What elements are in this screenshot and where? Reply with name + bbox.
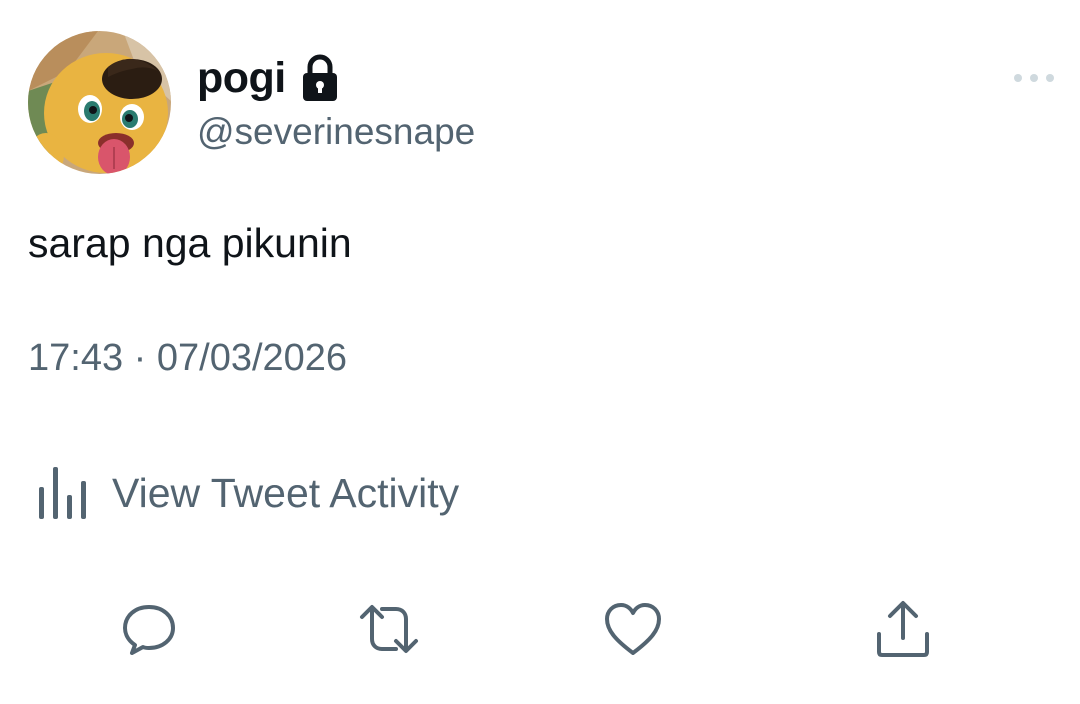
- avatar-image: [28, 31, 171, 174]
- retweet-icon: [360, 605, 418, 653]
- reply-button[interactable]: [116, 596, 182, 662]
- tweet-timestamp[interactable]: 17:43 · 07/03/2026: [28, 335, 347, 381]
- view-tweet-activity-label: View Tweet Activity: [112, 470, 460, 516]
- tweet-text: sarap nga pikunin: [28, 220, 352, 266]
- lock-icon: [300, 53, 340, 103]
- like-button[interactable]: [600, 596, 666, 662]
- author-handle[interactable]: @severinesnape: [197, 110, 475, 154]
- display-name[interactable]: pogi: [197, 56, 286, 100]
- bar-chart-icon: [36, 463, 92, 523]
- share-icon: [877, 601, 929, 657]
- heart-icon: [605, 603, 661, 655]
- more-horizontal-icon[interactable]: [1010, 66, 1058, 90]
- avatar[interactable]: [28, 31, 171, 174]
- reply-icon: [123, 605, 175, 655]
- author-name-row[interactable]: pogi: [197, 52, 340, 104]
- view-tweet-activity-link[interactable]: View Tweet Activity: [36, 462, 459, 524]
- share-button[interactable]: [870, 596, 936, 662]
- retweet-button[interactable]: [356, 596, 422, 662]
